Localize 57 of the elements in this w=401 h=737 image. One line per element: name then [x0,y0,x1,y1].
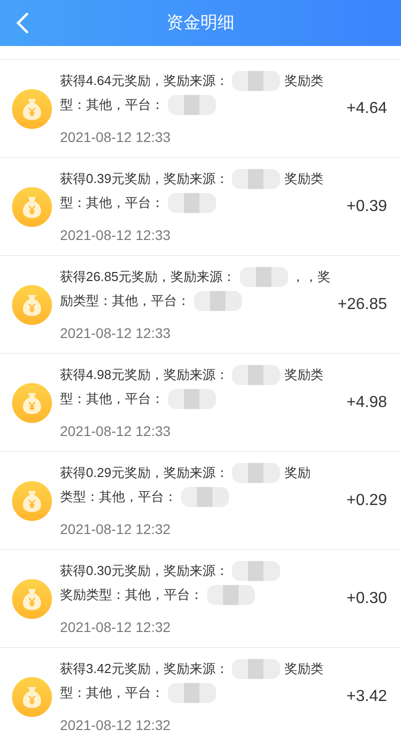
record-time: 2021-08-12 12:32 [60,520,172,539]
record-time: 2021-08-12 12:33 [60,324,172,343]
reward-description: ，，奖 [292,268,331,286]
reward-amount: +26.85 [338,294,387,314]
blurred-text [232,463,280,483]
reward-amount: +4.64 [346,98,387,118]
reward-amount: +3.42 [346,686,387,706]
blurred-text [232,71,280,91]
reward-description: 获得4.98元奖励，奖励来源： [60,366,228,384]
blurred-text [240,267,288,287]
blurred-text [232,365,280,385]
blurred-text [232,169,280,189]
reward-description: 型：其他，平台： [60,96,164,114]
reward-amount: +0.30 [346,588,387,608]
blurred-text [168,95,216,115]
money-bag-icon [12,88,52,128]
reward-description: 获得0.39元奖励，奖励来源： [60,170,228,188]
reward-amount: +0.39 [346,196,387,216]
money-bag-icon [12,676,52,716]
reward-description: 奖励类 [284,170,324,188]
record-time: 2021-08-12 12:32 [60,716,172,735]
blurred-text [168,193,216,213]
reward-description: 奖励类 [284,366,324,384]
blurred-text [232,659,280,679]
reward-description: 型：其他，平台： [60,194,164,212]
record-time: 2021-08-12 12:33 [60,128,172,147]
reward-description: 型：其他，平台： [60,390,164,408]
reward-description: 奖励 [284,464,310,482]
money-bag-icon [12,480,52,520]
reward-description: 奖励类 [284,72,324,90]
money-bag-icon [12,284,52,324]
blurred-text [207,585,255,605]
reward-description: 获得0.30元奖励，奖励来源： [60,562,228,580]
reward-description: 类型：其他，平台： [60,488,177,506]
reward-description: 奖励类型：其他，平台： [60,586,203,604]
reward-description: 获得0.29元奖励，奖励来源： [60,464,228,482]
reward-description: 奖励类 [284,660,324,678]
reward-amount: +4.98 [346,392,387,412]
reward-description: 获得26.85元奖励，奖励来源： [60,268,236,286]
blurred-text [194,291,242,311]
back-icon [15,12,29,34]
record-time: 2021-08-12 12:33 [60,422,172,441]
money-bag-icon [12,186,52,226]
reward-description: 获得3.42元奖励，奖励来源： [60,660,228,678]
record-time: 2021-08-12 12:33 [60,226,172,245]
reward-amount: +0.29 [346,490,387,510]
reward-description: 型：其他，平台： [60,684,164,702]
blurred-text [181,487,229,507]
blurred-text [168,683,216,703]
reward-description: 获得4.64元奖励，奖励来源： [60,72,228,90]
reward-description: 励类型：其他，平台： [60,292,190,310]
record-time: 2021-08-12 12:32 [60,618,172,637]
money-bag-icon [12,382,52,422]
page-title: 资金明细 [166,12,234,34]
blurred-text [232,561,280,581]
money-bag-icon [12,578,52,618]
blurred-text [168,389,216,409]
